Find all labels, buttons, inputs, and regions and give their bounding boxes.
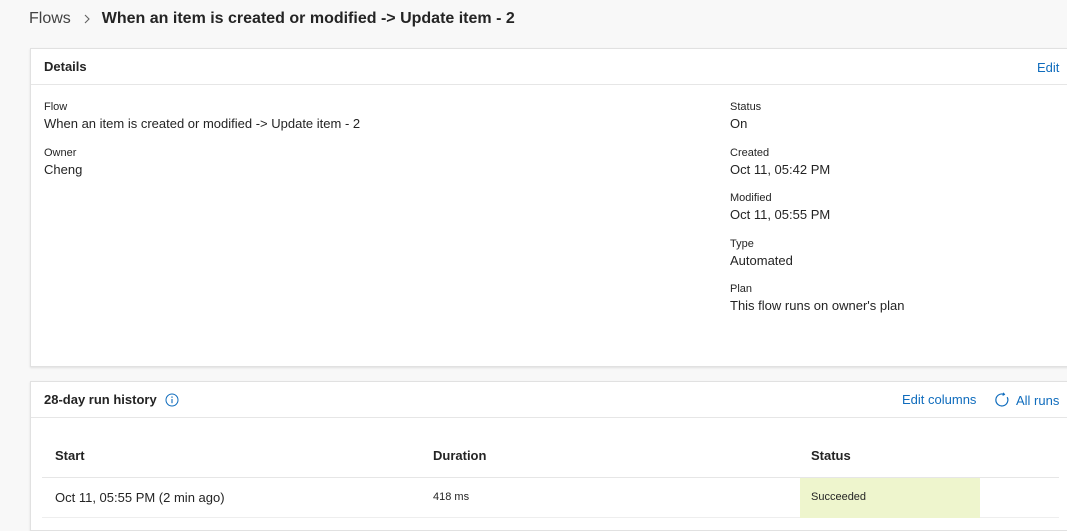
plan-value: This flow runs on owner's plan: [730, 298, 905, 313]
created-label: Created: [730, 147, 770, 159]
flow-label: Flow: [44, 101, 68, 113]
flow-value: When an item is created or modified -> U…: [44, 116, 361, 131]
type-field: Type Automated: [730, 237, 793, 270]
details-title: Details: [44, 59, 87, 74]
type-label: Type: [730, 238, 754, 250]
modified-field: Modified Oct 11, 05:55 PM: [730, 191, 830, 224]
edit-details-button[interactable]: Edit: [1037, 60, 1059, 75]
run-duration-cell: 418 ms: [433, 491, 470, 503]
status-field: Status On: [730, 100, 761, 133]
table-row[interactable]: Oct 11, 05:55 PM (2 min ago) 418 ms Succ…: [42, 478, 1059, 518]
status-value: On: [730, 116, 748, 131]
type-value: Automated: [730, 253, 793, 268]
run-history-card: 28-day run history Edit columns All runs…: [30, 381, 1067, 531]
created-value: Oct 11, 05:42 PM: [730, 162, 831, 177]
plan-field: Plan This flow runs on owner's plan: [730, 282, 904, 315]
edit-columns-button[interactable]: Edit columns: [902, 392, 976, 407]
table-header-row: Start Duration Status: [42, 436, 1059, 478]
page-title: When an item is created or modified -> U…: [101, 10, 515, 27]
run-history-table: Start Duration Status Oct 11, 05:55 PM (…: [42, 436, 1059, 518]
status-label: Status: [730, 101, 762, 113]
column-header-start[interactable]: Start: [55, 448, 85, 463]
column-header-duration[interactable]: Duration: [433, 448, 486, 463]
owner-field: Owner Cheng: [44, 146, 82, 179]
info-icon[interactable]: [165, 393, 179, 407]
column-header-status[interactable]: Status: [811, 448, 851, 463]
refresh-icon: [994, 392, 1010, 408]
all-runs-button[interactable]: All runs: [994, 392, 1059, 408]
modified-label: Modified: [730, 192, 772, 204]
run-history-header: 28-day run history Edit columns All runs: [31, 382, 1067, 418]
breadcrumb-flows-link[interactable]: Flows: [29, 10, 71, 28]
owner-label: Owner: [44, 147, 77, 159]
modified-value: Oct 11, 05:55 PM: [730, 207, 831, 222]
details-card: Details Edit Flow When an item is create…: [30, 48, 1067, 367]
run-history-title: 28-day run history: [44, 392, 157, 407]
created-field: Created Oct 11, 05:42 PM: [730, 146, 830, 179]
all-runs-label: All runs: [1016, 392, 1060, 408]
chevron-right-icon: [81, 13, 93, 25]
flow-field: Flow When an item is created or modified…: [44, 100, 360, 133]
owner-value: Cheng: [44, 162, 83, 177]
run-start-cell[interactable]: Oct 11, 05:55 PM (2 min ago): [55, 490, 225, 505]
breadcrumb: Flows When an item is created or modifie…: [29, 8, 515, 30]
run-status-badge: Succeeded: [800, 478, 980, 518]
details-header: Details Edit: [31, 49, 1067, 85]
plan-label: Plan: [730, 283, 753, 295]
